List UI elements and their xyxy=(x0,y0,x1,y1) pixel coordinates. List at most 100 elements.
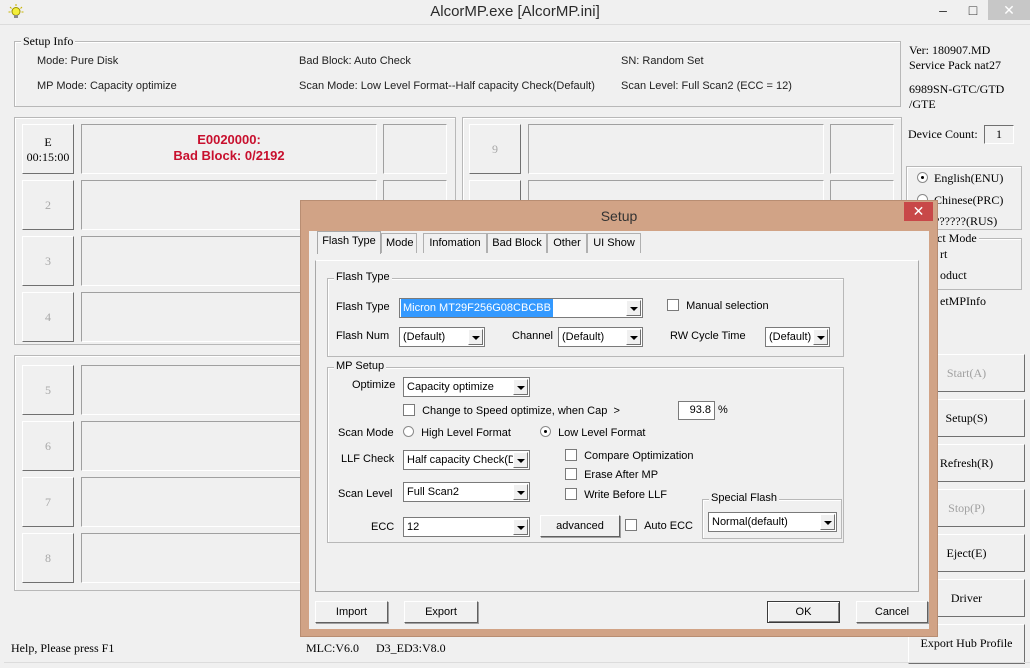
llf-check-dropdown[interactable]: Half capacity Check(D xyxy=(403,450,530,470)
slot-status-code: E0020000: xyxy=(197,132,261,147)
slot-number: 8 xyxy=(45,551,51,565)
special-flash-value: Normal(default) xyxy=(712,516,788,528)
maximize-button[interactable]: □ xyxy=(958,0,988,20)
mlc-version-text: MLC:V6.0 xyxy=(306,641,360,655)
setup-info-label: Setup Info xyxy=(21,34,76,49)
radio-label: Low Level Format xyxy=(558,427,646,439)
slot-number: 9 xyxy=(492,142,498,156)
language-option-english[interactable]: English(ENU) xyxy=(917,171,1003,186)
manual-selection-label: Manual selection xyxy=(686,300,769,312)
scan-mode-high-level-radio[interactable]: High Level Format xyxy=(403,426,511,439)
device-count-field[interactable]: 1 xyxy=(984,125,1014,144)
get-mp-info-checkbox[interactable]: etMPInfo xyxy=(940,294,986,309)
scan-level-value: Full Scan2 xyxy=(407,486,459,498)
slot-number: 7 xyxy=(45,495,51,509)
scan-mode-low-level-radio[interactable]: Low Level Format xyxy=(540,426,646,439)
ecc-value: 12 xyxy=(407,521,420,533)
checkbox-label: Auto ECC xyxy=(644,520,693,532)
slot-number: 6 xyxy=(45,439,51,453)
export-button[interactable]: Export xyxy=(404,601,478,623)
minimize-button[interactable]: – xyxy=(928,0,958,20)
optimize-value: Capacity optimize xyxy=(407,381,494,393)
slot-button-1[interactable]: E 00:15:00 xyxy=(22,124,74,174)
setup-dialog: Setup ✕ Flash Type Mode Infomation Bad B… xyxy=(300,200,938,637)
scan-level-dropdown[interactable]: Full Scan2 xyxy=(403,482,530,502)
ecc-dropdown[interactable]: 12 xyxy=(403,517,530,537)
scan-mode-text: Scan Mode: Low Level Format--Half capaci… xyxy=(299,80,595,92)
checkbox-icon xyxy=(565,468,577,480)
change-speed-checkbox[interactable]: Change to Speed optimize, when Cap > xyxy=(403,404,620,417)
compare-optimization-checkbox[interactable]: Compare Optimization xyxy=(565,449,694,462)
erase-after-mp-checkbox[interactable]: Erase After MP xyxy=(565,468,658,481)
language-label: English(ENU) xyxy=(934,171,1004,185)
rw-cycle-time-dropdown[interactable]: (Default) xyxy=(765,327,830,347)
radio-icon xyxy=(403,426,414,437)
flash-type-value: Micron MT29F256G08CBCBB xyxy=(401,299,553,317)
chevron-down-icon[interactable] xyxy=(513,519,528,535)
checkbox-icon xyxy=(625,519,637,531)
dialog-title: Setup xyxy=(600,208,638,224)
advanced-button[interactable]: advanced xyxy=(540,515,620,537)
slot-button-3[interactable]: 3 xyxy=(22,236,74,286)
slot-button-5[interactable]: 5 xyxy=(22,365,74,415)
flash-type-group-label: Flash Type xyxy=(334,271,392,283)
chevron-down-icon[interactable] xyxy=(513,379,528,395)
chevron-down-icon[interactable] xyxy=(820,514,835,530)
import-button[interactable]: Import xyxy=(315,601,388,623)
dialog-close-button[interactable]: ✕ xyxy=(904,202,933,221)
title-bar: AlcorMP.exe [AlcorMP.ini] – □ ✕ xyxy=(0,0,1030,25)
slot-button-2[interactable]: 2 xyxy=(22,180,74,230)
slot-number: 4 xyxy=(45,310,51,324)
tab-information[interactable]: Infomation xyxy=(423,233,487,253)
llf-check-value: Half capacity Check(D xyxy=(407,454,516,466)
ok-button[interactable]: OK xyxy=(767,601,840,623)
tab-flash-type[interactable]: Flash Type xyxy=(317,231,381,254)
close-window-button[interactable]: ✕ xyxy=(988,0,1030,20)
window-title: AlcorMP.exe [AlcorMP.ini] xyxy=(430,3,600,20)
flash-num-dropdown[interactable]: (Default) xyxy=(399,327,485,347)
slot-button-8[interactable]: 8 xyxy=(22,533,74,583)
chevron-down-icon[interactable] xyxy=(513,484,528,500)
tab-bad-block[interactable]: Bad Block xyxy=(487,233,547,253)
flash-type-label: Flash Type xyxy=(336,301,390,313)
checkbox-icon xyxy=(667,299,679,311)
select-mode-option-1[interactable]: rt xyxy=(940,247,947,262)
chevron-down-icon[interactable] xyxy=(626,329,641,345)
flash-type-dropdown[interactable]: Micron MT29F256G08CBCBB xyxy=(399,298,643,318)
channel-dropdown[interactable]: (Default) xyxy=(558,327,643,347)
manual-selection-checkbox[interactable]: Manual selection xyxy=(667,299,769,312)
checkbox-icon xyxy=(565,449,577,461)
special-flash-label: Special Flash xyxy=(709,492,780,504)
write-before-llf-checkbox[interactable]: Write Before LLF xyxy=(565,488,667,501)
mode-text: Mode: Pure Disk xyxy=(37,55,119,67)
rw-cycle-time-value: (Default) xyxy=(769,331,812,343)
device-count-label: Device Count: xyxy=(908,127,978,141)
tab-mode[interactable]: Mode xyxy=(381,233,417,253)
scan-mode-label: Scan Mode xyxy=(338,427,394,439)
version-text: Ver: 180907.MD xyxy=(909,43,991,57)
auto-ecc-checkbox[interactable]: Auto ECC xyxy=(625,519,693,532)
slot-button-6[interactable]: 6 xyxy=(22,421,74,471)
slot-number: 5 xyxy=(45,383,51,397)
sn-text: SN: Random Set xyxy=(621,55,704,67)
slot-button-7[interactable]: 7 xyxy=(22,477,74,527)
select-mode-option-2[interactable]: oduct xyxy=(940,268,967,283)
cancel-button[interactable]: Cancel xyxy=(856,601,928,623)
chevron-down-icon[interactable] xyxy=(626,300,641,316)
optimize-dropdown[interactable]: Capacity optimize xyxy=(403,377,530,397)
mp-setup-group: MP Setup Optimize Capacity optimize Chan… xyxy=(327,360,844,543)
tab-other[interactable]: Other xyxy=(547,233,587,253)
setup-info-group: Setup Info Mode: Pure Disk Bad Block: Au… xyxy=(14,34,901,107)
tab-ui-show[interactable]: UI Show xyxy=(587,233,641,253)
chevron-down-icon[interactable] xyxy=(513,452,528,468)
mp-setup-label: MP Setup xyxy=(334,360,387,372)
chevron-down-icon[interactable] xyxy=(813,329,828,345)
slot-button-9[interactable]: 9 xyxy=(469,124,521,174)
slot-button-4[interactable]: 4 xyxy=(22,292,74,342)
change-speed-label: Change to Speed optimize, when Cap > xyxy=(422,405,620,417)
rw-cycle-time-label: RW Cycle Time xyxy=(670,330,746,342)
chevron-down-icon[interactable] xyxy=(468,329,483,345)
checkbox-label: Compare Optimization xyxy=(584,450,694,462)
special-flash-dropdown[interactable]: Normal(default) xyxy=(708,512,837,532)
cap-threshold-input[interactable]: 93.8 xyxy=(678,401,715,420)
